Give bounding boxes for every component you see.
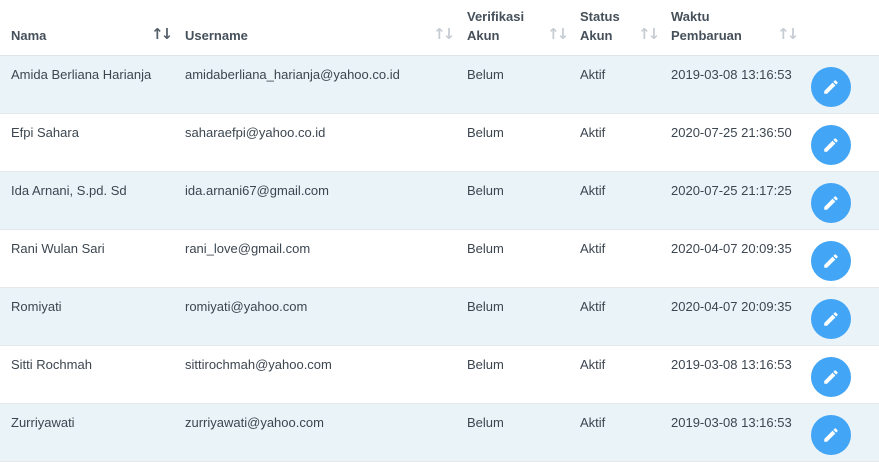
column-header-username[interactable]: Username ↑↓ bbox=[185, 0, 455, 55]
table-body: Amida Berliana Harianja amidaberliana_ha… bbox=[0, 56, 879, 462]
cell-verifikasi: Belum bbox=[467, 241, 504, 256]
pencil-icon bbox=[824, 312, 838, 326]
pencil-icon bbox=[824, 254, 838, 268]
cell-username: sittirochmah@yahoo.com bbox=[185, 357, 332, 372]
cell-username: ida.arnani67@gmail.com bbox=[185, 183, 329, 198]
cell-status: Aktif bbox=[580, 299, 606, 314]
cell-waktu: 2019-03-08 13:16:53 bbox=[671, 357, 792, 372]
cell-verifikasi: Belum bbox=[467, 415, 504, 430]
cell-waktu: 2020-07-25 21:17:25 bbox=[671, 183, 792, 198]
cell-verifikasi: Belum bbox=[467, 67, 504, 82]
column-header-status[interactable]: Status Akun ↑↓ bbox=[580, 0, 660, 55]
cell-verifikasi: Belum bbox=[467, 183, 504, 198]
edit-button[interactable] bbox=[811, 415, 851, 455]
column-header-verifikasi[interactable]: Verifikasi Akun ↑↓ bbox=[467, 0, 569, 55]
column-header-label: Username bbox=[185, 28, 248, 43]
sort-asc-icon[interactable]: ↑↓ bbox=[151, 25, 173, 43]
cell-verifikasi: Belum bbox=[467, 125, 504, 140]
cell-nama: Zurriyawati bbox=[11, 415, 75, 430]
cell-waktu: 2019-03-08 13:16:53 bbox=[671, 415, 792, 430]
cell-username: zurriyawati@yahoo.com bbox=[185, 415, 324, 430]
table-row: Efpi Sahara saharaefpi@yahoo.co.id Belum… bbox=[0, 114, 879, 172]
pencil-icon bbox=[824, 196, 838, 210]
cell-status: Aktif bbox=[580, 125, 606, 140]
cell-nama: Sitti Rochmah bbox=[11, 357, 92, 372]
pencil-icon bbox=[824, 370, 838, 384]
edit-button[interactable] bbox=[811, 183, 851, 223]
cell-verifikasi: Belum bbox=[467, 299, 504, 314]
users-table: Nama ↑↓ Username ↑↓ Verifikasi Akun ↑↓ S… bbox=[0, 0, 879, 462]
cell-username: saharaefpi@yahoo.co.id bbox=[185, 125, 326, 140]
cell-username: rani_love@gmail.com bbox=[185, 241, 311, 256]
cell-username: romiyati@yahoo.com bbox=[185, 299, 308, 314]
table-row: Sitti Rochmah sittirochmah@yahoo.com Bel… bbox=[0, 346, 879, 404]
cell-verifikasi: Belum bbox=[467, 357, 504, 372]
cell-username: amidaberliana_harianja@yahoo.co.id bbox=[185, 67, 400, 82]
cell-status: Aktif bbox=[580, 67, 606, 82]
cell-nama: Romiyati bbox=[11, 299, 62, 314]
pencil-icon bbox=[824, 428, 838, 442]
column-header-waktu[interactable]: Waktu Pembaruan ↑↓ bbox=[671, 0, 801, 55]
pencil-icon bbox=[824, 80, 838, 94]
sort-icon[interactable]: ↑↓ bbox=[433, 25, 455, 43]
cell-waktu: 2020-04-07 20:09:35 bbox=[671, 241, 792, 256]
table-row: Romiyati romiyati@yahoo.com Belum Aktif … bbox=[0, 288, 879, 346]
column-header-label: Status Akun bbox=[580, 9, 620, 43]
edit-button[interactable] bbox=[811, 357, 851, 397]
sort-icon[interactable]: ↑↓ bbox=[547, 25, 569, 43]
table-row: Amida Berliana Harianja amidaberliana_ha… bbox=[0, 56, 879, 114]
cell-nama: Amida Berliana Harianja bbox=[11, 67, 152, 82]
cell-waktu: 2020-07-25 21:36:50 bbox=[671, 125, 792, 140]
pencil-icon bbox=[824, 138, 838, 152]
cell-status: Aktif bbox=[580, 241, 606, 256]
cell-status: Aktif bbox=[580, 415, 606, 430]
table-row: Zurriyawati zurriyawati@yahoo.com Belum … bbox=[0, 404, 879, 462]
sort-icon[interactable]: ↑↓ bbox=[777, 25, 799, 43]
cell-waktu: 2020-04-07 20:09:35 bbox=[671, 299, 792, 314]
edit-button[interactable] bbox=[811, 125, 851, 165]
cell-nama: Rani Wulan Sari bbox=[11, 241, 105, 256]
cell-nama: Efpi Sahara bbox=[11, 125, 79, 140]
edit-button[interactable] bbox=[811, 241, 851, 281]
column-header-label: Verifikasi Akun bbox=[467, 9, 525, 43]
column-header-label: Nama bbox=[11, 28, 47, 43]
cell-waktu: 2019-03-08 13:16:53 bbox=[671, 67, 792, 82]
cell-status: Aktif bbox=[580, 357, 606, 372]
cell-status: Aktif bbox=[580, 183, 606, 198]
column-header-label: Waktu Pembaruan bbox=[671, 9, 742, 43]
sort-icon[interactable]: ↑↓ bbox=[638, 25, 660, 43]
table-row: Ida Arnani, S.pd. Sd ida.arnani67@gmail.… bbox=[0, 172, 879, 230]
edit-button[interactable] bbox=[811, 299, 851, 339]
table-row: Rani Wulan Sari rani_love@gmail.com Belu… bbox=[0, 230, 879, 288]
table-header: Nama ↑↓ Username ↑↓ Verifikasi Akun ↑↓ S… bbox=[0, 0, 879, 56]
edit-button[interactable] bbox=[811, 67, 851, 107]
cell-nama: Ida Arnani, S.pd. Sd bbox=[11, 183, 127, 198]
column-header-nama[interactable]: Nama ↑↓ bbox=[11, 0, 173, 55]
